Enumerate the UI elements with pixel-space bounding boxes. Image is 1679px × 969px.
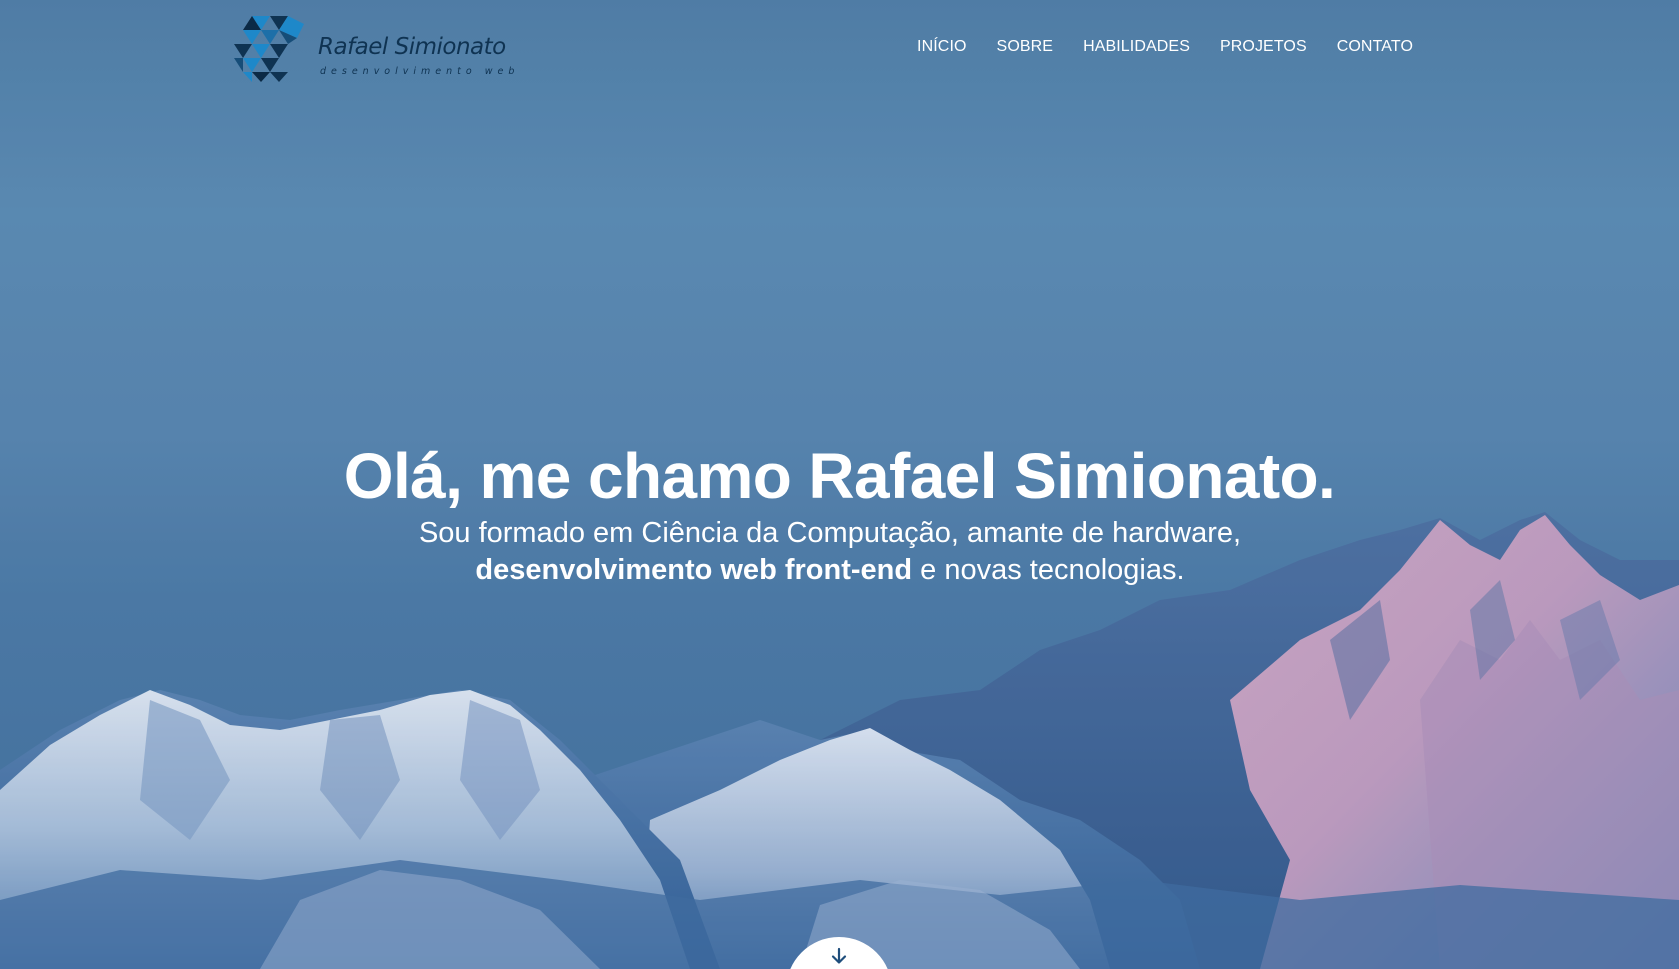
hero-description-highlight: desenvolvimento web front-end [475, 554, 913, 586]
logo-title: Rafael Simionato [318, 34, 506, 60]
logo-triangles-icon [234, 16, 304, 82]
hero-description-part2: e novas tecnologias. [912, 554, 1185, 586]
nav-item-habilidades[interactable]: HABILIDADES [1083, 38, 1190, 56]
site-logo[interactable]: Rafael Simionato desenvolvimento web [234, 14, 514, 84]
hero-section: Rafael Simionato desenvolvimento web INÍ… [0, 0, 1679, 969]
logo-subtitle: desenvolvimento web [320, 66, 520, 77]
nav-item-projetos[interactable]: PROJETOS [1220, 38, 1307, 56]
hero-headline: Olá, me chamo Rafael Simionato. [343, 440, 1336, 512]
nav-item-contato[interactable]: CONTATO [1337, 38, 1413, 56]
arrow-down-icon [831, 947, 847, 964]
main-nav: INÍCIO SOBRE HABILIDADES PROJETOS CONTAT… [917, 38, 1413, 56]
hero-description-part1: Sou formado em Ciência da Computação, am… [418, 517, 1242, 549]
nav-item-inicio[interactable]: INÍCIO [917, 38, 967, 56]
hero-description: Sou formado em Ciência da Computação, am… [340, 515, 1320, 589]
nav-item-sobre[interactable]: SOBRE [997, 38, 1054, 56]
